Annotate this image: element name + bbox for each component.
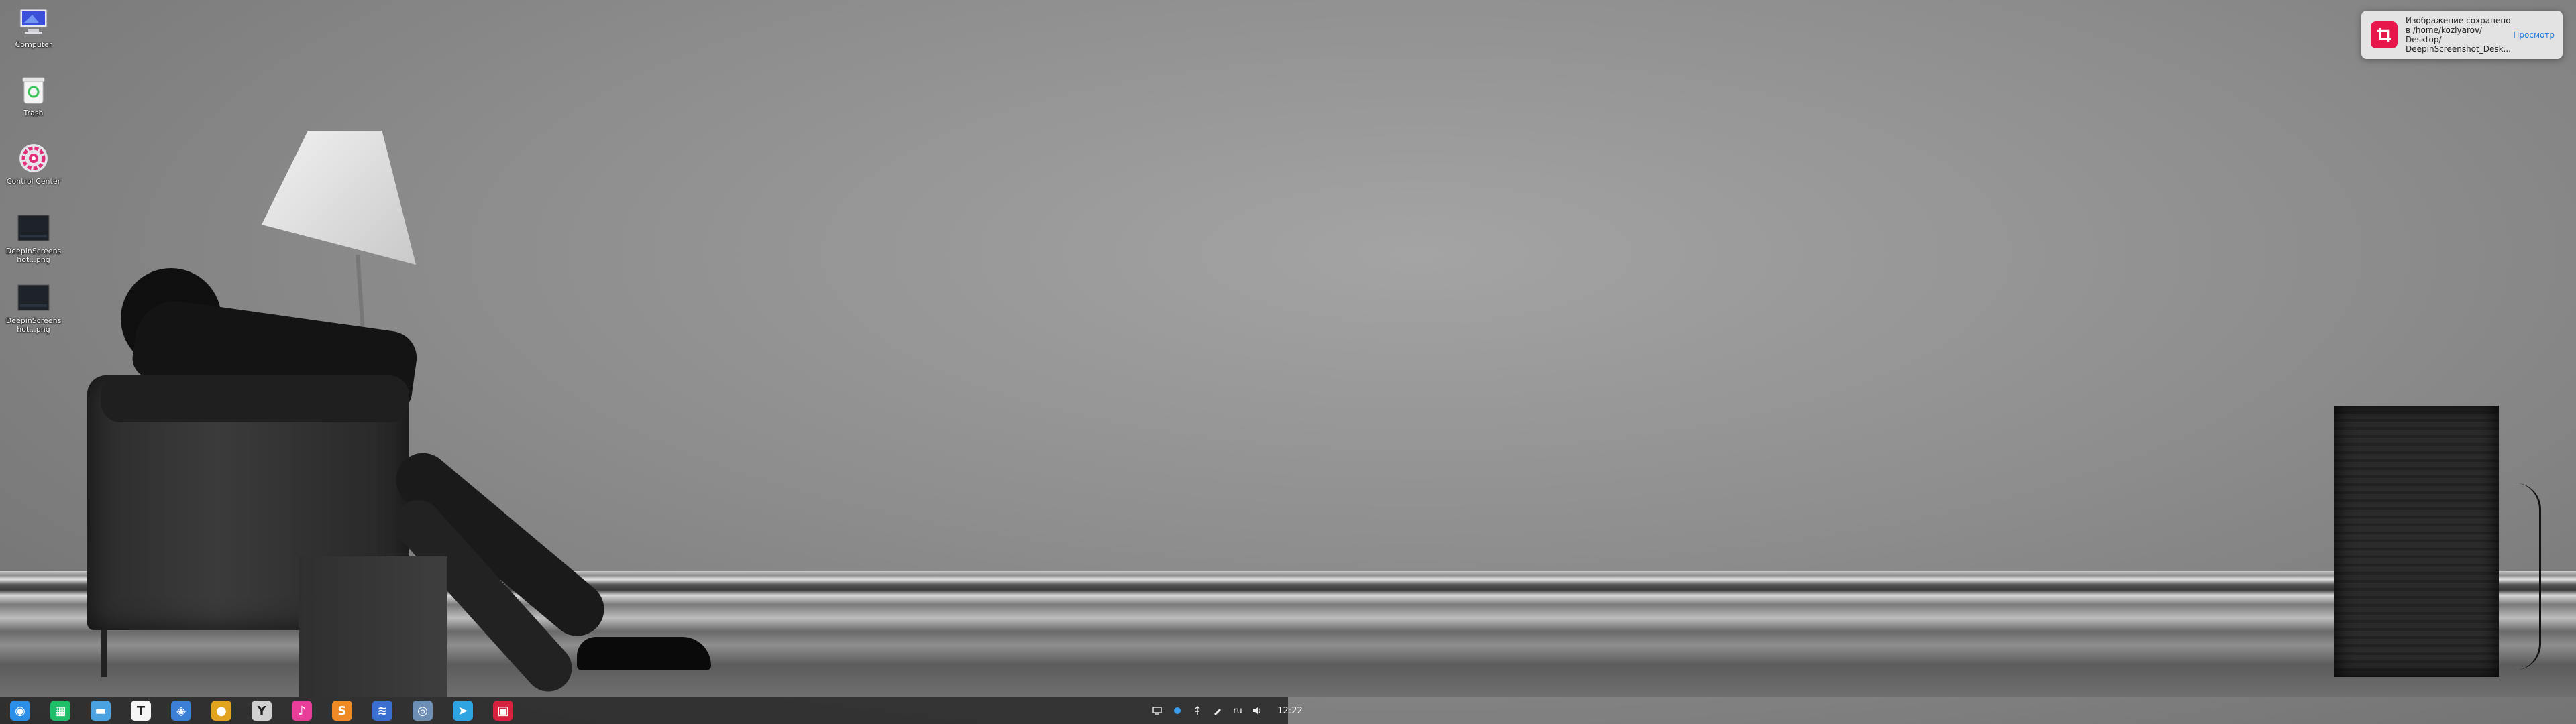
taskbar-app-deepin-app-store[interactable]: ◈ [161, 697, 201, 724]
desktop-icon-control-center[interactable]: Control Center [5, 142, 62, 186]
typora-icon: T [131, 701, 151, 721]
notification-view-button[interactable]: Просмотр [2513, 30, 2555, 40]
taskbar-dock: ◉ ▦ ▬ T ◈ ● Y ♪ S ≋ ◎ ➤ ▣ [0, 697, 1288, 724]
file-manager-icon: ▬ [91, 701, 111, 721]
notification-body: Изображение сохранено в /home/kozlyarov/… [2406, 16, 2513, 54]
taskbar-app-network-monitor[interactable]: ≋ [362, 697, 402, 724]
telegram-icon: ➤ [453, 701, 473, 721]
notification-line: в /home/kozlyarov/ [2406, 25, 2483, 35]
notification-bubble[interactable]: Изображение сохранено в /home/kozlyarov/… [2361, 11, 2563, 59]
taskbar-app-system-settings[interactable]: ◎ [402, 697, 443, 724]
taskbar-app-screenshot[interactable]: ▣ [483, 697, 523, 724]
screenshot-icon: ▣ [493, 701, 513, 721]
yandex-browser-icon: Y [252, 701, 272, 721]
taskbar-app-launcher[interactable]: ◉ [0, 697, 40, 724]
desktop-icon-label: DeepinScreenshot...png [5, 316, 62, 334]
notification-line: DeepinScreenshot_Desk... [2406, 44, 2511, 54]
system-tray: ru 12:22 [1147, 697, 1303, 724]
music-player-icon: ♪ [292, 701, 312, 721]
taskbar-app-music-player[interactable]: ♪ [282, 697, 322, 724]
pen-tray-icon[interactable] [1208, 697, 1228, 724]
wallpaper-armchair-arm [101, 375, 409, 422]
desktop-icon-trash[interactable]: Trash [5, 74, 62, 117]
settings-gear-icon [17, 142, 50, 174]
clock[interactable]: 12:22 [1277, 697, 1302, 724]
taskbar-app-yandex-browser[interactable]: Y [241, 697, 282, 724]
computer-icon [17, 5, 50, 38]
taskbar-app-list: ◉ ▦ ▬ T ◈ ● Y ♪ S ≋ ◎ ➤ ▣ [0, 697, 523, 724]
wallpaper-speaker [2334, 406, 2499, 677]
notification-tray-icon[interactable] [1147, 697, 1167, 724]
notification-line: Desktop/ [2406, 35, 2442, 44]
trash-icon [17, 74, 50, 106]
desktop-icon-screenshot-file-2[interactable]: DeepinScreenshot...png [5, 282, 62, 334]
taskbar-app-sublime-text[interactable]: S [322, 697, 362, 724]
multitasking-icon: ▦ [50, 701, 70, 721]
volume-tray-icon[interactable] [1248, 697, 1268, 724]
image-file-icon [17, 212, 50, 244]
desktop-icon-label: Control Center [6, 177, 61, 186]
desktop-icon-computer[interactable]: Computer [5, 5, 62, 49]
notification-line: Изображение сохранено [2406, 16, 2511, 25]
desktop: Computer Trash Control Center DeepinScre… [0, 0, 2576, 724]
desktop-icon-label: DeepinScreenshot...png [5, 247, 62, 264]
wallpaper-chair-leg [101, 630, 107, 677]
desktop-icon-label: Trash [23, 109, 44, 117]
taskbar-app-multitasking[interactable]: ▦ [40, 697, 80, 724]
taskbar-app-file-manager[interactable]: ▬ [80, 697, 121, 724]
image-file-icon [17, 282, 50, 314]
wallpaper-lamp [262, 131, 416, 265]
desktop-icon-label: Computer [15, 40, 52, 49]
wallpaper-shoe [577, 637, 711, 670]
usb-tray-icon[interactable] [1187, 697, 1208, 724]
sublime-text-icon: S [332, 701, 352, 721]
network-monitor-icon: ≋ [372, 701, 392, 721]
keyboard-layout-indicator[interactable]: ru [1228, 697, 1248, 724]
wallpaper-side-table [299, 556, 447, 697]
taskbar-app-typora[interactable]: T [121, 697, 161, 724]
screenshot-crop-icon [2371, 21, 2398, 48]
system-settings-icon: ◎ [413, 701, 433, 721]
launcher-icon: ◉ [10, 701, 30, 721]
desktop-icon-screenshot-file-1[interactable]: DeepinScreenshot...png [5, 212, 62, 264]
taskbar-app-google-chrome[interactable]: ● [201, 697, 241, 724]
google-chrome-icon: ● [211, 701, 231, 721]
network-tray-icon[interactable] [1167, 697, 1187, 724]
deepin-app-store-icon: ◈ [171, 701, 191, 721]
taskbar-app-telegram[interactable]: ➤ [443, 697, 483, 724]
wallpaper-speaker-cable [2499, 483, 2541, 670]
